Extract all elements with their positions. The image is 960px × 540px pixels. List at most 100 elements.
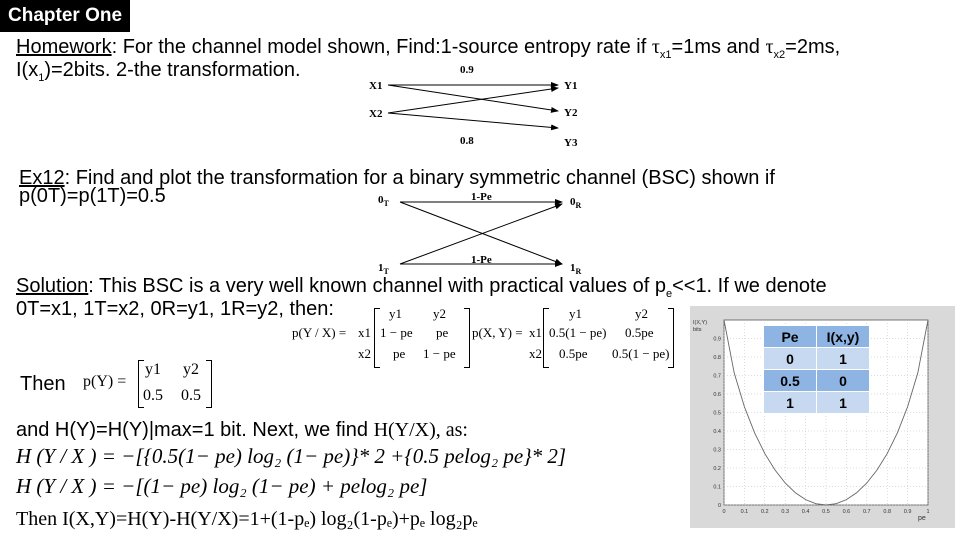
ex12-text: : Find and plot the transformation for a… [64,167,775,189]
pyx-bracket-left [374,308,380,368]
table-cell: 1 [763,391,817,414]
x-tick-label: 0.6 [843,509,851,515]
tau-x2-sub: x2 [773,49,786,61]
y-tick-label: 0.6 [713,392,721,398]
table-cell: 1 [816,347,870,370]
py-col-y1: y1 [145,361,161,378]
table-cell: 0 [763,347,817,370]
label-top: 1-Pe [471,191,492,203]
tau-symbol-2: τ [765,36,774,58]
tau-x2-value: =2ms, [785,36,841,58]
x-tick-label: 0 [722,509,725,515]
x-tick-label: 1 [926,509,929,515]
py-bracket-right [206,360,212,408]
x-tick-label: 0.7 [863,509,871,515]
pxy-label: p(X, Y) = [472,325,523,340]
bsc-diagram: 0T 1T 0R 1R 1-Pe 1-Pe [378,191,582,276]
tau-x1-value: =1ms and [671,36,766,58]
py-col-y2: y2 [183,361,199,378]
pxy-bracket-right [668,308,674,368]
y-tick-label: 0.3 [713,448,721,454]
node-y3: Y3 [564,137,578,149]
hy-text: and H(Y)=H(Y)|max=1 bit. Next, we find [16,419,374,441]
equation-2: H (Y / X ) = −[(1− pe) log₂ (1− pe) + pe… [16,474,428,498]
table-row: 0.5 0 [763,369,870,392]
y-tick-label: 0.4 [713,429,721,435]
table-row: 1 1 [763,391,870,414]
pyx-row-x2: x2 [358,346,371,361]
x-tick-label: 0.1 [741,509,749,515]
solution-text: : This BSC is a very well known channel … [88,275,666,297]
node-x1: X1 [369,80,382,92]
table-header: Pe [763,325,817,348]
tau-symbol: τ [651,36,660,58]
pyx-row-x1: x1 [358,325,371,340]
node-0T: 0T [378,194,390,208]
node-x2: X2 [369,108,383,120]
py-value: 0.5 [181,387,201,404]
info-rest: )=2bits. 2-the transformation. [44,59,301,81]
py-bracket-left [138,360,144,408]
pyx-bracket-right [464,308,470,368]
info-label: I(x [16,59,39,81]
pxy-row-x2: x2 [529,346,542,361]
values-table-grid: Pe I(x,y) 0 1 0.5 0 1 1 [763,325,870,414]
hy-line: and H(Y)=H(Y)|max=1 bit. Next, we find H… [16,418,468,442]
solution-line-2: 0T=x1, 1T=x2, 0R=y1, 1R=y2, then: [16,298,334,320]
equation-1: H (Y / X ) = −[{0.5(1− pe) log₂ (1− pe)}… [16,444,567,468]
node-y2: Y2 [564,107,578,119]
x-axis-label: pe [918,515,926,522]
table-row: 0 1 [763,347,870,370]
edge-x2-y3 [387,112,559,131]
x-tick-label: 0.3 [781,509,789,515]
pxy-col-y1: y1 [569,306,582,321]
y-tick-label: 0.8 [713,355,721,361]
pxy-cell: 0.5(1 − pe) [549,325,607,340]
homework-text: : For the channel model shown, Find:1-so… [111,36,652,58]
y-tick-label: 0.1 [713,485,721,491]
pxy-cell: 0.5pe [559,346,588,361]
x-tick-label: 0.4 [802,509,810,515]
solution-heading: Solution [16,275,89,297]
pxy-row-x1: x1 [529,325,542,340]
y-axis-label: I(X,Y) [693,320,707,326]
pxy-cell: 0.5(1 − pe) [612,346,670,361]
equation-3: Then I(X,Y)=H(Y)-H(Y/X)=1+(1-pₑ) log₂(1-… [16,508,478,530]
homework-channel-diagram: X1 X2 Y1 Y2 Y3 0.9 0.8 [369,64,578,149]
homework-heading: Homework [16,36,112,58]
chart-panel: 0 0.1 0.2 0.3 0.4 0.5 0.6 0.7 0.8 0.9 1 0 0.1 0.2 0.3 0… [690,306,955,528]
y-tick-label: 0.2 [713,466,721,472]
y-axis-label: bits [693,327,702,333]
y-tick-label: 0.7 [713,374,721,380]
values-table: Pe I(x,y) 0 1 0.5 0 1 1 [763,325,870,414]
label-bottom: 1-Pe [471,254,492,266]
prob-bottom: 0.8 [460,135,474,147]
pyx-cell: 1 − pe [423,346,456,361]
py-matrix: p(Y) = y1 y2 0.5 0.5 [83,358,223,408]
y-tick-label: 0.5 [713,411,721,417]
pyx-cell: 1 − pe [380,325,413,340]
y-tick-label: 0 [718,503,721,509]
pyx-cell: pe [436,325,449,340]
hyx-text: H(Y/X), as: [373,419,468,441]
pxy-col-y2: y2 [635,306,648,321]
y-tick-label: 0.9 [713,337,721,343]
pxy-bracket-left [543,308,549,368]
py-label: p(Y) = [83,373,127,390]
tau-x1-sub: x1 [659,49,672,61]
table-cell: 1 [816,391,870,414]
x-tick-label: 0.5 [822,509,830,515]
table-header-row: Pe I(x,y) [763,325,870,348]
table-cell: 0 [816,369,870,392]
pxy-matrix: p(X, Y) = y1 y2 x1 x2 0.5(1 − pe) 0.5pe … [472,306,676,368]
solution-text-end: <<1. If we denote [672,275,827,297]
x-tick-label: 0.9 [904,509,912,515]
pyx-col-y1: y1 [389,306,402,321]
homework-line-2: I(x1)=2bits. 2-the transformation. [16,58,301,90]
then-label: Then [20,373,66,395]
node-0R: 0R [570,196,582,210]
py-value: 0.5 [143,387,163,404]
pyx-col-y2: y2 [433,306,446,321]
x-tick-label: 0.2 [761,509,769,515]
ex12-line-2: p(0T)=p(1T)=0.5 [19,185,166,207]
